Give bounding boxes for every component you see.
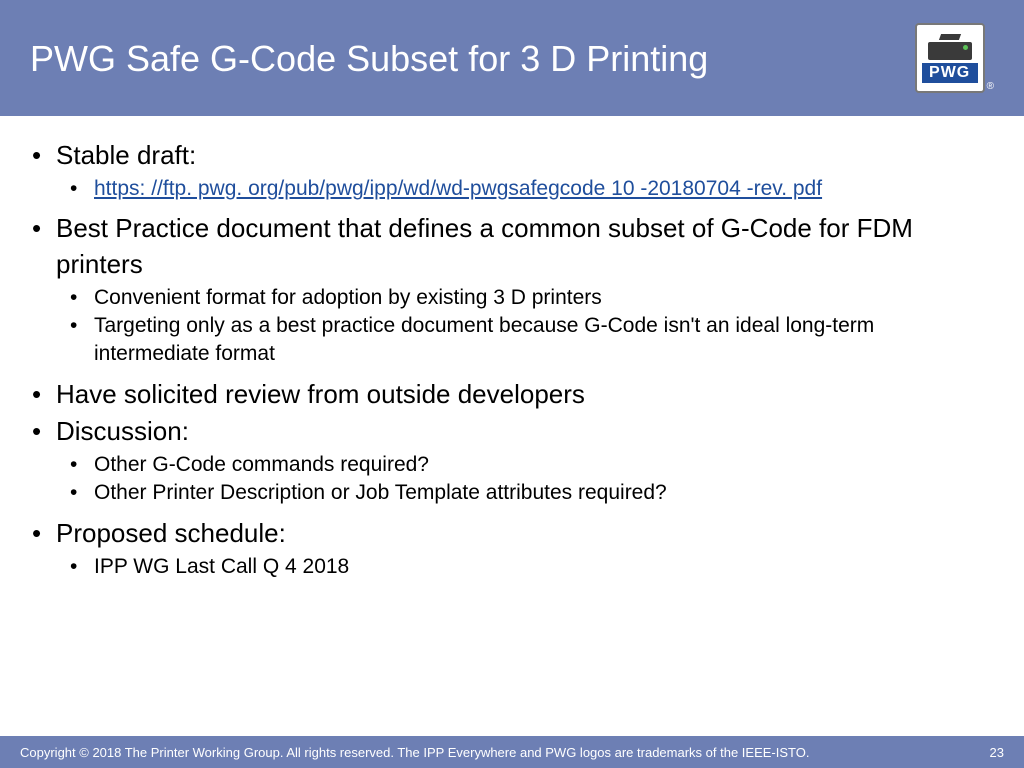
sub-bullet: Other G-Code commands required? [68,451,994,479]
logo-text: PWG [922,63,978,83]
pwg-logo: PWG [915,23,985,93]
registered-mark: ® [987,81,994,92]
slide-content: Stable draft: https: //ftp. pwg. org/pub… [0,116,1024,736]
sub-text: Other G-Code commands required? [94,453,429,476]
slide-footer: Copyright © 2018 The Printer Working Gro… [0,736,1024,768]
logo-wrap: PWG ® [915,23,994,93]
page-number: 23 [990,745,1004,760]
slide-title: PWG Safe G-Code Subset for 3 D Printing [30,36,708,81]
bullet-text: Proposed schedule: [56,518,286,548]
slide-header: PWG Safe G-Code Subset for 3 D Printing … [0,0,1024,116]
bullet-best-practice: Best Practice document that defines a co… [30,211,994,368]
sub-bullet: IPP WG Last Call Q 4 2018 [68,553,994,581]
bullet-text: Stable draft: [56,140,196,170]
sub-text: Targeting only as a best practice docume… [94,314,874,365]
bullet-text: Best Practice document that defines a co… [56,213,913,278]
sub-text: IPP WG Last Call Q 4 2018 [94,555,349,578]
sub-text: Other Printer Description or Job Templat… [94,481,667,504]
sub-list: IPP WG Last Call Q 4 2018 [56,553,994,581]
sub-text: Convenient format for adoption by existi… [94,286,602,309]
sub-bullet: Targeting only as a best practice docume… [68,312,994,369]
bullet-schedule: Proposed schedule: IPP WG Last Call Q 4 … [30,516,994,581]
draft-link[interactable]: https: //ftp. pwg. org/pub/pwg/ipp/wd/wd… [94,177,822,200]
sub-bullet-link: https: //ftp. pwg. org/pub/pwg/ipp/wd/wd… [68,175,994,203]
sub-list: https: //ftp. pwg. org/pub/pwg/ipp/wd/wd… [56,175,994,203]
bullet-review: Have solicited review from outside devel… [30,377,994,412]
sub-bullet: Convenient format for adoption by existi… [68,284,994,312]
bullet-discussion: Discussion: Other G-Code commands requir… [30,414,994,508]
bullet-text: Have solicited review from outside devel… [56,379,585,409]
copyright-text: Copyright © 2018 The Printer Working Gro… [20,745,809,760]
sub-bullet: Other Printer Description or Job Templat… [68,479,994,507]
bullet-text: Discussion: [56,416,189,446]
bullet-list: Stable draft: https: //ftp. pwg. org/pub… [30,138,994,581]
sub-list: Other G-Code commands required? Other Pr… [56,451,994,508]
slide: PWG Safe G-Code Subset for 3 D Printing … [0,0,1024,768]
bullet-stable-draft: Stable draft: https: //ftp. pwg. org/pub… [30,138,994,203]
printer-icon [928,34,972,60]
sub-list: Convenient format for adoption by existi… [56,284,994,369]
